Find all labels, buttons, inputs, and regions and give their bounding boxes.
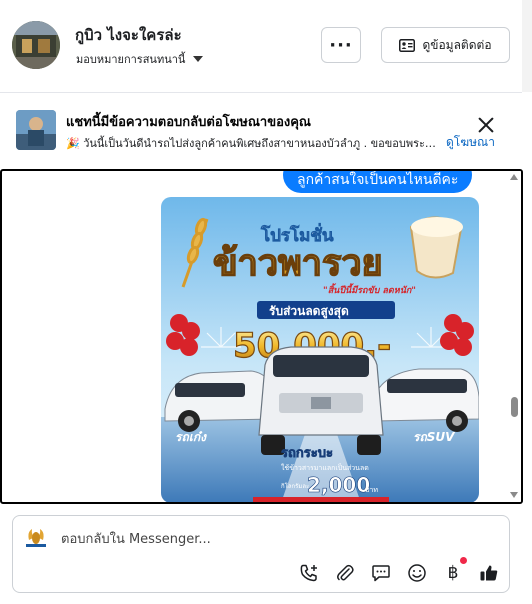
emoji-icon[interactable] [405, 561, 429, 585]
promo-pickup-amount: 2,000 [307, 473, 370, 497]
conversation-header: กูบิว ไงจะใครล่ะ มอบหมายการสนทนานี้ ··· … [0, 0, 532, 92]
close-icon[interactable] [476, 115, 496, 135]
scroll-down-arrow-icon[interactable] [510, 492, 518, 498]
id-card-icon [399, 38, 416, 52]
ad-notice-title: แชทนี้มีข้อความตอบกลับต่อโฆษณาของคุณ [66, 115, 311, 130]
promo-pickup-note: ใช้ข้าวสารมาแลกเป็นส่วนลด [281, 463, 369, 472]
view-contact-info-label: ดูข้อมูลติดต่อ [422, 37, 492, 52]
assign-conversation-label: มอบหมายการสนทนานี้ [76, 53, 186, 66]
promo-image-message[interactable]: โปรโมชั่น ข้าวพารวย "สิ้นปีนี้มีรถขับ ลด… [161, 197, 479, 502]
assign-conversation-dropdown[interactable]: มอบหมายการสนทนานี้ [76, 50, 204, 68]
ad-thumbnail [16, 110, 56, 150]
quick-reply-icon[interactable] [369, 561, 393, 585]
outgoing-message-bubble[interactable]: ลูกค้าสนใจเป็นคนไหนดีคะ [283, 171, 473, 193]
thread-scrollbar[interactable] [506, 171, 521, 502]
phone-add-icon[interactable] [297, 561, 321, 585]
promo-image: โปรโมชั่น ข้าวพารวย "สิ้นปีนี้มีรถขับ ลด… [161, 197, 479, 502]
contact-name[interactable]: กูบิว ไงจะใครล่ะ [75, 23, 182, 47]
scrollbar-thumb[interactable] [511, 397, 518, 417]
attachment-icon[interactable] [333, 561, 357, 585]
notification-dot [460, 557, 467, 564]
more-options-button[interactable]: ··· [321, 27, 361, 63]
promo-label-suv: รถSUV [413, 430, 456, 444]
caret-down-icon [193, 56, 204, 62]
composer-toolbar: ฿ [297, 557, 513, 586]
scroll-up-arrow-icon[interactable] [510, 174, 518, 180]
baht-symbol: ฿ [447, 563, 459, 583]
view-ad-link[interactable]: ดูโฆษณา [446, 133, 495, 152]
page-logo-icon [26, 529, 46, 547]
header-scrollbar [522, 0, 532, 92]
promo-pickup-unit: กิโลกรัมละ [281, 482, 310, 490]
ad-notice-description: 🎉 วันนี้เป็นวันดีนำรถไปส่งลูกค้าคนพิเศษถ… [66, 137, 438, 150]
promo-discount-label: รับส่วนลดสูงสุด [269, 304, 349, 319]
like-icon[interactable] [477, 561, 501, 585]
ad-reply-notice: แชทนี้มีข้อความตอบกลับต่อโฆษณาของคุณ 🎉 ว… [0, 93, 522, 165]
promo-pickup-currency: บาท [365, 486, 378, 494]
ad-thumbnail-image [16, 110, 56, 150]
avatar-image [12, 21, 60, 69]
message-thread[interactable]: ลูกค้าสนใจเป็นคนไหนดีคะ โปรโมชั่น ข้าวพา… [0, 169, 523, 504]
view-contact-info-button[interactable]: ดูข้อมูลติดต่อ [381, 27, 510, 63]
contact-avatar[interactable] [12, 21, 60, 69]
promo-title-text: ข้าวพารวย [213, 243, 383, 284]
promo-label-sedan: รถเก๋ง [175, 430, 207, 444]
message-composer: ฿ [12, 515, 510, 593]
reply-input[interactable] [61, 528, 481, 550]
payment-icon[interactable]: ฿ [441, 557, 467, 585]
promo-label-pickup: รถกระบะ [281, 446, 333, 461]
